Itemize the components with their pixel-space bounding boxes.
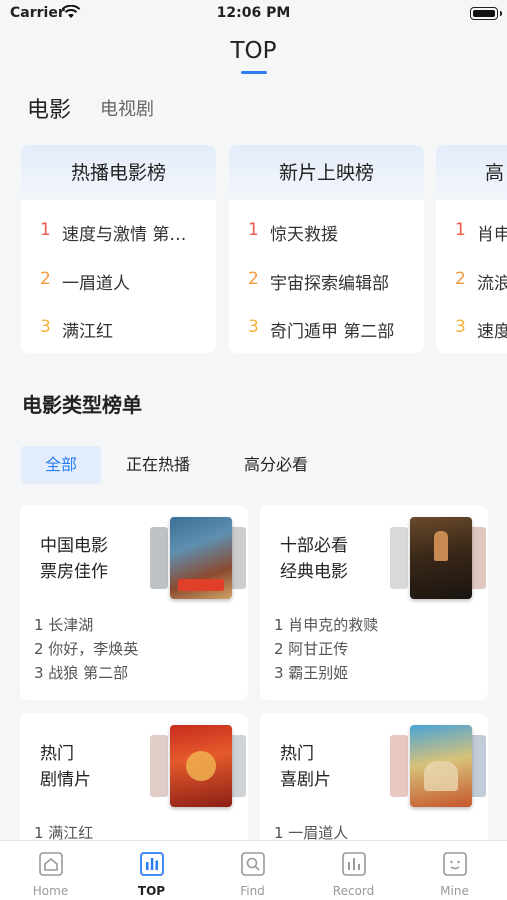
rank-item-name: 肖申 — [477, 225, 507, 245]
list-item[interactable]: 1 长津湖 — [34, 613, 138, 637]
poster-image — [170, 517, 232, 599]
genre-card-comedy[interactable]: 热门 喜剧片 1 一眉道人 — [260, 713, 488, 840]
find-icon — [241, 852, 265, 876]
rank-card-title: 新片上映榜 — [229, 145, 424, 200]
genre-card-list: 1 满江红 — [34, 821, 93, 840]
tab-mine[interactable]: Mine — [404, 841, 505, 900]
poster-image — [410, 725, 472, 807]
section-title: 电影类型榜单 — [22, 393, 142, 417]
rank-card-new-releases[interactable]: 新片上映榜 1 惊天救援 2 宇宙探索编辑部 3 奇门遁甲 第二部 — [229, 145, 424, 353]
list-item[interactable]: 2 你好，李焕英 — [34, 637, 138, 661]
rank-number: 1 — [248, 220, 259, 240]
genre-card-title: 十部必看 经典电影 — [280, 536, 348, 582]
genre-card-title: 热门 剧情片 — [40, 744, 91, 790]
list-item[interactable]: 1 肖申克的救赎 — [274, 613, 378, 637]
rank-item-name: 惊天救援 — [270, 225, 338, 245]
genre-card-title: 热门 喜剧片 — [280, 744, 331, 790]
bottom-tab-bar: Home TOP Find Record Mine — [0, 840, 507, 900]
poster-image — [170, 725, 232, 807]
rank-card-hot-movies[interactable]: 热播电影榜 1 速度与激情 第… 2 一眉道人 3 满江红 — [21, 145, 216, 353]
poster-image — [150, 527, 168, 589]
rank-item-name: 速度 — [477, 322, 507, 342]
poster-stack — [390, 725, 488, 813]
list-item[interactable]: 3 战狼 第二部 — [34, 661, 138, 685]
rank-item[interactable]: 3 奇门遁甲 第二部 — [229, 317, 424, 347]
genre-card-title: 中国电影 票房佳作 — [40, 536, 108, 582]
rank-card-high-score[interactable]: 高 1 肖申 2 流浪 3 速度 — [436, 145, 507, 353]
tab-top[interactable]: TOP — [101, 841, 202, 900]
genre-card-list: 1 肖申克的救赎 2 阿甘正传 3 霸王别姬 — [274, 613, 378, 685]
filter-now-showing[interactable]: 正在热播 — [126, 446, 190, 484]
tab-movie[interactable]: 电影 — [27, 92, 71, 124]
genre-card-china-box-office[interactable]: 中国电影 票房佳作 1 长津湖 2 你好，李焕英 3 战狼 第二部 — [20, 505, 248, 700]
rank-number: 3 — [40, 317, 51, 337]
tab-home[interactable]: Home — [0, 841, 101, 900]
chart-icon — [140, 852, 164, 876]
rank-item[interactable]: 2 宇宙探索编辑部 — [229, 269, 424, 299]
tab-label: Find — [240, 884, 265, 898]
list-item[interactable]: 1 满江红 — [34, 821, 93, 840]
rank-item-name: 流浪 — [477, 274, 507, 294]
poster-image — [150, 735, 168, 797]
rank-number: 2 — [40, 269, 51, 289]
list-item[interactable]: 1 一眉道人 — [274, 821, 348, 840]
rank-item[interactable]: 3 满江红 — [21, 317, 216, 347]
filter-high-score[interactable]: 高分必看 — [244, 446, 308, 484]
rank-card-title: 高 — [436, 145, 507, 200]
list-item[interactable]: 3 霸王别姬 — [274, 661, 378, 685]
rank-card-title: 热播电影榜 — [21, 145, 216, 200]
battery-icon — [470, 7, 502, 20]
rank-item-name: 奇门遁甲 第二部 — [270, 322, 395, 342]
rank-item[interactable]: 3 速度 — [436, 317, 507, 347]
rank-item[interactable]: 1 肖申 — [436, 220, 507, 250]
tab-label: Record — [332, 884, 375, 898]
status-bar: Carrier 12:06 PM — [0, 0, 507, 30]
page-title: TOP — [230, 38, 277, 64]
genre-card-list: 1 一眉道人 — [274, 821, 348, 840]
tab-find[interactable]: Find — [202, 841, 303, 900]
tab-tv-series[interactable]: 电视剧 — [100, 95, 154, 121]
rank-item-name: 速度与激情 第… — [62, 225, 187, 245]
poster-image — [390, 735, 408, 797]
tab-label: TOP — [137, 884, 166, 898]
poster-image — [390, 527, 408, 589]
rank-number: 3 — [455, 317, 466, 337]
rank-item[interactable]: 2 一眉道人 — [21, 269, 216, 299]
genre-card-classic-movies[interactable]: 十部必看 经典电影 1 肖申克的救赎 2 阿甘正传 3 霸王别姬 — [260, 505, 488, 700]
rank-number: 2 — [248, 269, 259, 289]
rank-item[interactable]: 2 流浪 — [436, 269, 507, 299]
list-item[interactable]: 2 阿甘正传 — [274, 637, 378, 661]
title-indicator — [241, 71, 267, 74]
rank-item-name: 宇宙探索编辑部 — [270, 274, 389, 294]
rank-item-name: 一眉道人 — [62, 274, 130, 294]
rank-number: 1 — [40, 220, 51, 240]
home-icon — [39, 852, 63, 876]
rank-item-name: 满江红 — [62, 322, 113, 342]
genre-card-list: 1 长津湖 2 你好，李焕英 3 战狼 第二部 — [34, 613, 138, 685]
rank-number: 2 — [455, 269, 466, 289]
tab-label: Home — [32, 884, 69, 898]
tab-label: Mine — [440, 884, 469, 898]
genre-card-drama[interactable]: 热门 剧情片 1 满江红 — [20, 713, 248, 840]
rank-number: 3 — [248, 317, 259, 337]
poster-stack — [150, 517, 248, 605]
tab-record[interactable]: Record — [303, 841, 404, 900]
poster-stack — [390, 517, 488, 605]
poster-image — [410, 517, 472, 599]
clock: 12:06 PM — [216, 5, 291, 21]
rank-number: 1 — [455, 220, 466, 240]
rank-item[interactable]: 1 惊天救援 — [229, 220, 424, 250]
rank-item[interactable]: 1 速度与激情 第… — [21, 220, 216, 250]
filter-all[interactable]: 全部 — [21, 446, 101, 484]
record-icon — [342, 852, 366, 876]
mine-icon — [443, 852, 467, 876]
poster-stack — [150, 725, 248, 813]
